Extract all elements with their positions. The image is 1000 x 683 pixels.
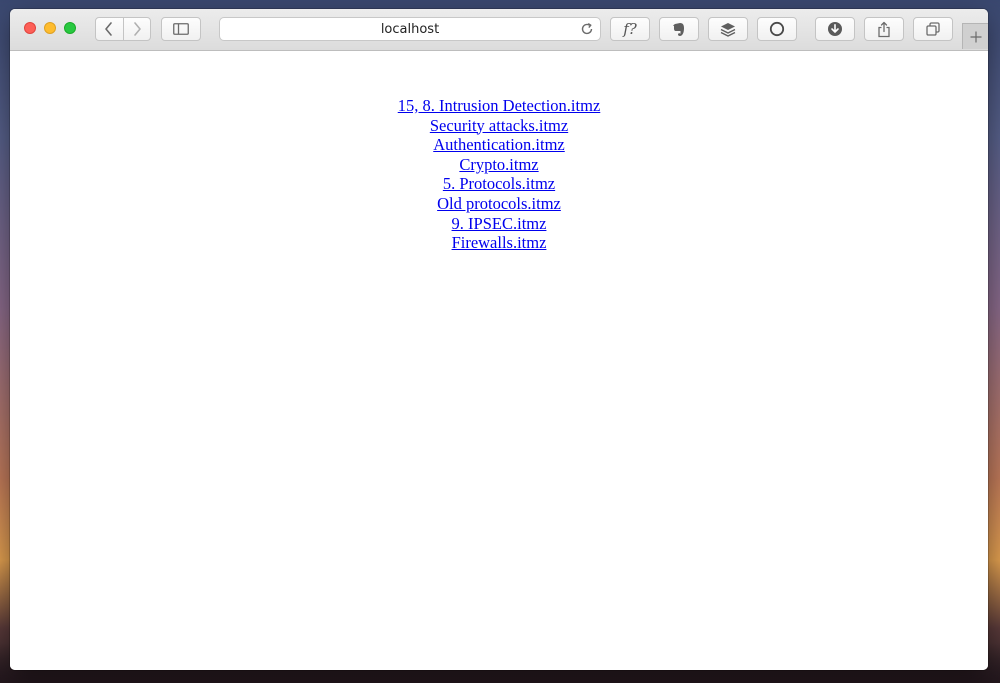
sidebar-button[interactable] xyxy=(161,17,201,41)
address-bar[interactable]: localhost xyxy=(219,17,601,41)
file-link[interactable]: Old protocols.itmz xyxy=(437,194,561,214)
downloads-button[interactable] xyxy=(815,17,855,41)
format-extension-button[interactable]: f? xyxy=(610,17,650,41)
layers-icon xyxy=(720,22,736,37)
circle-extension-button[interactable] xyxy=(757,17,797,41)
evernote-icon xyxy=(673,22,684,36)
forward-button[interactable] xyxy=(122,18,151,40)
minimize-window-button[interactable] xyxy=(44,22,56,34)
file-link[interactable]: 5. Protocols.itmz xyxy=(443,174,555,194)
navigation-buttons xyxy=(95,17,151,41)
plus-icon xyxy=(970,31,981,42)
zoom-window-button[interactable] xyxy=(64,22,76,34)
file-link[interactable]: Authentication.itmz xyxy=(433,135,565,155)
reload-icon[interactable] xyxy=(580,22,594,36)
new-tab-button[interactable] xyxy=(962,23,988,49)
file-link[interactable]: Firewalls.itmz xyxy=(452,233,547,253)
close-window-button[interactable] xyxy=(24,22,36,34)
file-link[interactable]: 9. IPSEC.itmz xyxy=(452,214,547,234)
file-link[interactable]: Crypto.itmz xyxy=(459,155,538,175)
chevron-left-icon xyxy=(105,22,113,36)
chevron-right-icon xyxy=(133,22,141,36)
format-extension-label: f? xyxy=(623,20,637,38)
tabs-icon xyxy=(926,22,940,36)
tab-overview-button[interactable] xyxy=(913,17,953,41)
sidebar-icon xyxy=(173,23,189,35)
address-text: localhost xyxy=(380,22,440,37)
layers-extension-button[interactable] xyxy=(708,17,748,41)
browser-window: localhost f? 15, 8. Intrusion Detection.… xyxy=(10,9,988,670)
file-link[interactable]: Security attacks.itmz xyxy=(430,116,568,136)
browser-toolbar: localhost f? xyxy=(10,9,988,51)
circle-icon xyxy=(769,21,785,37)
share-icon xyxy=(878,21,890,37)
download-icon xyxy=(828,22,842,36)
page-content: 15, 8. Intrusion Detection.itmz Security… xyxy=(10,51,988,670)
file-link-list: 15, 8. Intrusion Detection.itmz Security… xyxy=(10,96,988,253)
back-button[interactable] xyxy=(96,18,123,40)
file-link[interactable]: 15, 8. Intrusion Detection.itmz xyxy=(398,96,601,116)
evernote-extension-button[interactable] xyxy=(659,17,699,41)
share-button[interactable] xyxy=(864,17,904,41)
